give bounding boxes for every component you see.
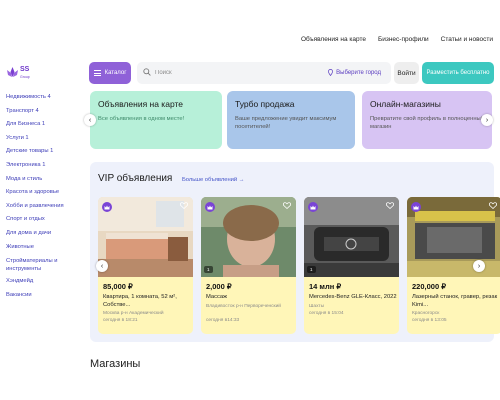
- post-ad-button[interactable]: Разместить бесплатно: [422, 62, 494, 84]
- listing-location: Владивосток р-н Первореченский: [206, 304, 281, 309]
- location-pin-icon: [328, 69, 334, 76]
- vip-card-apartment[interactable]: 85,000 ₽ Квартира, 1 комната, 52 м², Соб…: [98, 197, 193, 334]
- listing-photo: 1: [201, 197, 296, 277]
- sidebar-item-home[interactable]: Для дома и дачи: [6, 227, 86, 241]
- listing-title[interactable]: Квартира, 1 комната, 52 м², Собстве...: [103, 294, 191, 309]
- promo-card-turbo[interactable]: Турбо продажа Ваше предложение увидит ма…: [227, 91, 355, 149]
- listing-photo: [407, 197, 500, 277]
- sidebar-item-hobby[interactable]: Хобби и развлечения: [6, 200, 86, 214]
- menu-icon: [93, 70, 101, 76]
- promo-title: Онлайн-магазины: [370, 99, 441, 109]
- listing-price: 14 млн ₽: [309, 282, 342, 291]
- lotus-icon: [7, 67, 18, 77]
- favorite-heart-icon[interactable]: [386, 202, 394, 209]
- nav-map-link[interactable]: Объявления на карте: [301, 36, 366, 43]
- favorite-heart-icon[interactable]: [283, 202, 291, 209]
- logo-subtitle: Group: [20, 75, 30, 79]
- more-ads-link[interactable]: Больше объявлений →: [182, 177, 245, 183]
- nav-news-link[interactable]: Статьи и новости: [441, 36, 493, 43]
- sidebar-item-kids[interactable]: Детские товары 1: [6, 145, 86, 159]
- vip-crown-icon: [308, 202, 318, 212]
- catalog-button[interactable]: Каталог: [89, 62, 131, 84]
- vip-title: VIP объявления: [98, 173, 173, 184]
- listing-photo: [98, 197, 193, 277]
- catalog-label: Каталог: [104, 70, 127, 76]
- listing-title[interactable]: Mercedes-Benz GLE-Класс, 2022: [309, 294, 397, 302]
- sidebar-item-animals[interactable]: Животные: [6, 241, 86, 255]
- vip-crown-icon: [205, 202, 215, 212]
- promo-description: Ваше предложение увидит максимум посетит…: [235, 116, 337, 130]
- category-sidebar: Недвижимость 4 Транспорт 4 Для Бизнеса 1…: [6, 91, 86, 302]
- favorite-heart-icon[interactable]: [489, 202, 497, 209]
- listing-title[interactable]: Лазерный станок, гравер, резак Kimi...: [412, 294, 500, 309]
- promo-card-map[interactable]: Объявления на карте Все объявления в одн…: [90, 91, 222, 149]
- search-input[interactable]: [155, 66, 305, 80]
- sidebar-item-fashion[interactable]: Мода и стиль: [6, 173, 86, 187]
- sidebar-item-sport[interactable]: Спорт и отдых: [6, 213, 86, 227]
- vip-card-car[interactable]: 1 14 млн ₽ Mercedes-Benz GLE-Класс, 2022…: [304, 197, 399, 334]
- sidebar-item-transport[interactable]: Транспорт 4: [6, 105, 86, 119]
- listing-title[interactable]: Массаж: [206, 294, 294, 302]
- promo-next-arrow-icon[interactable]: ›: [481, 114, 493, 126]
- promo-title: Турбо продажа: [235, 99, 295, 109]
- photo-count: 1: [307, 266, 316, 273]
- shops-section-title: Магазины: [90, 358, 141, 368]
- promo-description: Превратите свой профиль в полноценный ма…: [370, 116, 484, 130]
- favorite-heart-icon[interactable]: [180, 202, 188, 209]
- sidebar-item-handmade[interactable]: Хэндмейд: [6, 275, 86, 289]
- vip-card-laser[interactable]: 220,000 ₽ Лазерный станок, гравер, резак…: [407, 197, 500, 334]
- listing-location: Москва р-н Академический: [103, 311, 164, 316]
- listing-date: сегодня в 13:05: [412, 318, 447, 323]
- listing-location: Красногорск: [412, 311, 440, 316]
- sidebar-item-jobs[interactable]: Вакансии: [6, 289, 86, 303]
- photo-count: 1: [204, 266, 213, 273]
- listing-price: 85,000 ₽: [103, 282, 133, 291]
- listing-photo: 1: [304, 197, 399, 277]
- listing-location: Шахты: [309, 304, 325, 309]
- vip-card-massage[interactable]: 1 2,000 ₽ Массаж Владивосток р-н Перворе…: [201, 197, 296, 334]
- listing-date: сегодня в 18:21: [103, 318, 138, 323]
- promo-prev-arrow-icon[interactable]: ‹: [84, 114, 96, 126]
- listing-price: 2,000 ₽: [206, 282, 232, 291]
- sidebar-item-business[interactable]: Для Бизнеса 1: [6, 118, 86, 132]
- sidebar-item-building[interactable]: Стройматериалы и инструменты: [6, 254, 86, 275]
- promo-card-shops[interactable]: Онлайн-магазины Превратите свой профиль …: [362, 91, 492, 149]
- vip-section: VIP объявления Больше объявлений → 85,00…: [90, 162, 500, 342]
- sidebar-item-services[interactable]: Услуги 1: [6, 132, 86, 146]
- listing-date: сегодня в14:33: [206, 318, 240, 323]
- sidebar-item-realty[interactable]: Недвижимость 4: [6, 91, 86, 105]
- login-button[interactable]: Войти: [394, 62, 419, 84]
- vip-crown-icon: [102, 202, 112, 212]
- search-icon: [143, 68, 151, 76]
- promo-description: Все объявления в одном месте!: [98, 116, 185, 122]
- listing-price: 220,000 ₽: [412, 282, 446, 291]
- sidebar-item-electronics[interactable]: Электроника 1: [6, 159, 86, 173]
- sidebar-item-beauty[interactable]: Красота и здоровье: [6, 186, 86, 200]
- promo-title: Объявления на карте: [98, 99, 184, 109]
- logo[interactable]: SS Group: [6, 66, 36, 82]
- city-label: Выберите город: [336, 69, 381, 76]
- carousel-next-arrow-icon[interactable]: ›: [473, 260, 485, 272]
- logo-text: SS: [20, 66, 30, 73]
- listing-date: сегодня в 15:04: [309, 311, 344, 316]
- vip-crown-icon: [411, 202, 421, 212]
- city-selector[interactable]: Выберите город: [328, 69, 381, 76]
- search-bar: Выберите город: [137, 62, 391, 84]
- carousel-prev-arrow-icon[interactable]: ‹: [96, 260, 108, 272]
- nav-business-link[interactable]: Бизнес-профили: [378, 36, 429, 43]
- top-nav: Объявления на карте Бизнес-профили Стать…: [301, 36, 493, 43]
